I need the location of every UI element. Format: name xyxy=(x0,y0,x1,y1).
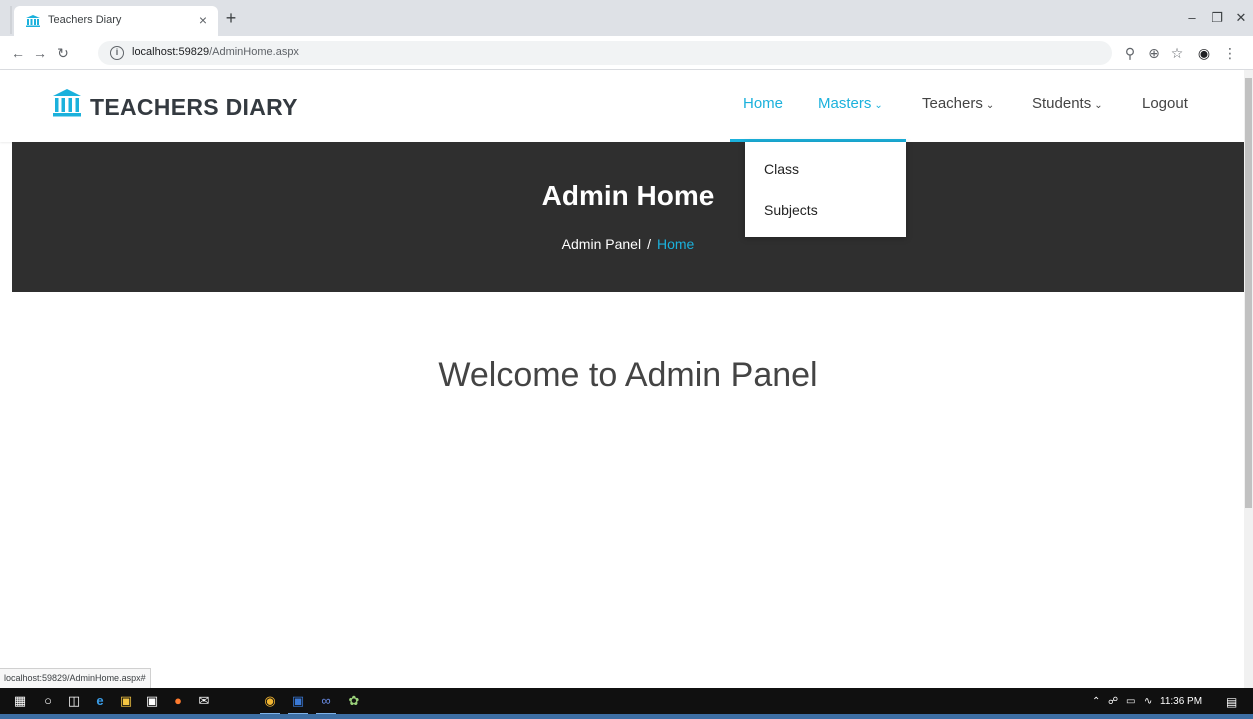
status-link-preview: localhost:59829/AdminHome.aspx# xyxy=(0,668,151,688)
bank-icon xyxy=(26,15,40,27)
menu-dots-icon[interactable]: ⋮ xyxy=(1220,43,1240,63)
tray-overflow-icon[interactable]: ⌃ xyxy=(1092,695,1100,709)
url-text: localhost:59829/AdminHome.aspx xyxy=(132,46,299,58)
tab-title: Teachers Diary xyxy=(48,14,122,26)
word-icon[interactable]: ▣ xyxy=(288,693,308,715)
nav-home[interactable]: Home xyxy=(743,95,783,112)
breadcrumb-separator: / xyxy=(647,236,651,252)
chevron-down-icon: ⌄ xyxy=(1094,100,1103,111)
breadcrumb-current: Home xyxy=(656,236,695,252)
info-icon[interactable]: i xyxy=(110,46,124,60)
tabstrip-edge xyxy=(10,6,12,34)
menu-item-subjects[interactable]: Subjects xyxy=(764,202,818,218)
network-icon[interactable]: ☍ xyxy=(1108,695,1118,709)
nav-masters-label: Masters xyxy=(818,95,872,112)
windows-taskbar: ▦ ○ ◫ e ▣ ▣ ● ✉ ◉ ▣ ∞ ✿ ⌃ ☍ ▭ ∿ 11:36 PM… xyxy=(0,688,1253,719)
nav-logout-label: Logout xyxy=(1142,95,1188,112)
page-title: Admin Home xyxy=(541,180,715,211)
nav-masters[interactable]: Masters ⌄ xyxy=(818,95,883,112)
nav-home-label: Home xyxy=(743,95,784,112)
firefox-icon[interactable]: ● xyxy=(170,693,186,709)
address-bar[interactable]: i localhost:59829/AdminHome.aspx xyxy=(98,41,1112,65)
wifi-icon[interactable]: ∿ xyxy=(1144,695,1152,709)
page-hero: Admin Home Admin Panel / Home xyxy=(12,142,1244,292)
search-icon[interactable]: ○ xyxy=(40,693,56,709)
url-path: /AdminHome.aspx xyxy=(209,46,299,58)
minimize-icon[interactable]: – xyxy=(1183,9,1201,27)
masters-dropdown-menu: Class Subjects xyxy=(745,142,906,237)
mail-icon[interactable]: ✉ xyxy=(196,693,212,709)
page-scrollbar[interactable] xyxy=(1244,70,1253,688)
window-close-icon[interactable]: ✕ xyxy=(1232,9,1250,27)
bank-icon[interactable] xyxy=(52,88,82,118)
app-icon[interactable]: ✿ xyxy=(346,693,362,709)
notifications-icon[interactable]: ▤ xyxy=(1226,695,1237,709)
nav-students-label: Students xyxy=(1032,95,1092,112)
zoom-icon[interactable]: ⊕ xyxy=(1144,43,1164,63)
restore-icon[interactable]: ❐ xyxy=(1208,9,1226,27)
file-explorer-icon[interactable]: ▣ xyxy=(118,693,134,709)
battery-icon[interactable]: ▭ xyxy=(1126,695,1135,709)
key-icon[interactable]: ⚲ xyxy=(1120,43,1140,63)
scrollbar-thumb[interactable] xyxy=(1245,78,1252,508)
forward-arrow-icon[interactable]: → xyxy=(30,43,50,63)
breadcrumb: Admin Panel / Home xyxy=(12,236,1244,252)
star-icon[interactable]: ☆ xyxy=(1167,43,1187,63)
chevron-down-icon: ⌄ xyxy=(874,100,883,111)
close-tab-icon[interactable]: × xyxy=(194,11,212,29)
browser-tabstrip: Teachers Diary × + – ❐ ✕ xyxy=(0,0,1253,36)
visual-studio-icon[interactable]: ∞ xyxy=(316,693,336,715)
nav-logout[interactable]: Logout xyxy=(1142,95,1188,112)
new-tab-button[interactable]: + xyxy=(222,9,240,27)
nav-teachers[interactable]: Teachers ⌄ xyxy=(922,95,994,112)
store-icon[interactable]: ▣ xyxy=(144,693,160,709)
taskbar-clock[interactable]: 11:36 PM xyxy=(1160,695,1202,709)
breadcrumb-root[interactable]: Admin Panel xyxy=(562,236,641,252)
browser-toolbar: ← → ↻ i localhost:59829/AdminHome.aspx ⚲… xyxy=(0,36,1253,70)
brand-logo[interactable]: TEACHERS DIARY xyxy=(90,94,298,121)
site-header: TEACHERS DIARY Home Masters ⌄ Teachers ⌄ S… xyxy=(0,70,1244,142)
edge-browser-icon[interactable]: e xyxy=(92,693,108,709)
chevron-down-icon: ⌄ xyxy=(985,100,995,111)
taskbar-bottom-strip xyxy=(0,714,1253,719)
nav-students[interactable]: Students ⌄ xyxy=(1032,95,1103,112)
back-arrow-icon[interactable]: ← xyxy=(8,43,28,63)
menu-item-class[interactable]: Class xyxy=(764,161,799,177)
url-host: localhost:59829 xyxy=(132,46,210,58)
nav-teachers-label: Teachers xyxy=(922,95,983,112)
windows-start-icon[interactable]: ▦ xyxy=(12,693,28,709)
reload-icon[interactable]: ↻ xyxy=(53,43,73,63)
task-view-icon[interactable]: ◫ xyxy=(66,693,82,709)
welcome-heading: Welcome to Admin Panel xyxy=(438,356,818,394)
profile-icon[interactable]: ◉ xyxy=(1194,43,1214,63)
chrome-icon[interactable]: ◉ xyxy=(260,693,280,715)
browser-tab[interactable]: Teachers Diary × xyxy=(14,6,218,36)
